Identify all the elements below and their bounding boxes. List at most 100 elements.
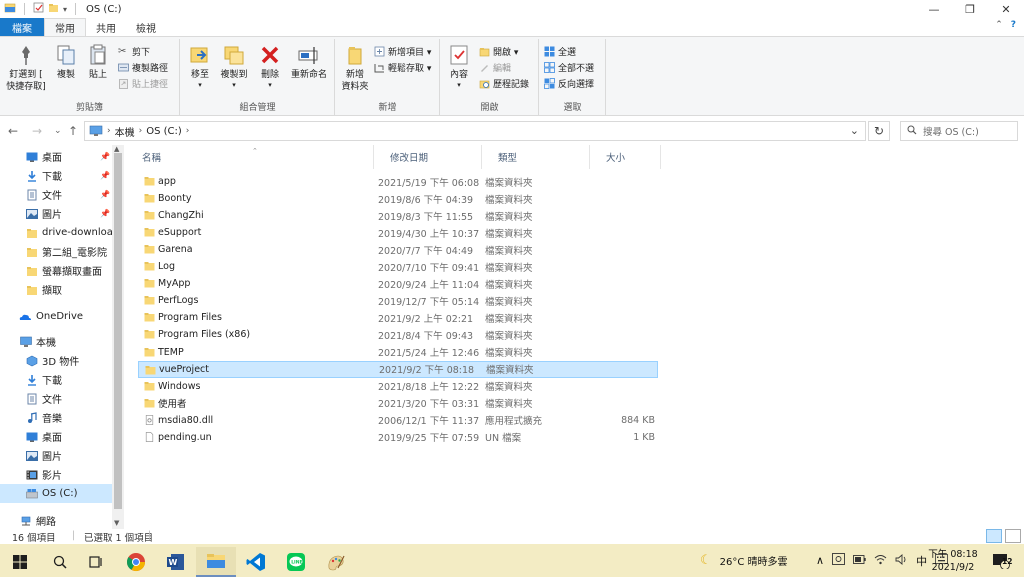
nav-item-screenshots[interactable]: 螢幕擷取畫面 <box>0 261 112 280</box>
nav-item-pc-documents[interactable]: 文件 <box>0 389 112 408</box>
breadcrumb-os-c[interactable]: OS (C:) <box>146 126 182 137</box>
select-none-button[interactable]: 全部不選 <box>544 60 594 74</box>
new-folder-button[interactable]: 新增 資料夾 <box>338 43 372 93</box>
copy-path-button[interactable]: 複製路徑 <box>118 60 168 74</box>
column-size[interactable]: 大小 <box>590 145 661 169</box>
nav-item-capture[interactable]: 擷取 <box>0 280 112 299</box>
nav-item-pc-downloads[interactable]: 下載 <box>0 370 112 389</box>
copy-button[interactable]: 複製 <box>52 43 80 81</box>
address-dropdown-icon[interactable]: ⌄ <box>850 124 859 137</box>
details-view-button[interactable] <box>986 529 1002 543</box>
volume-icon[interactable] <box>895 553 908 568</box>
tray-app-icon[interactable] <box>832 553 846 568</box>
address-bar[interactable]: › 本機 › OS (C:) › ⌄ <box>84 121 866 141</box>
nav-item-onedrive[interactable]: OneDrive <box>0 307 112 326</box>
scrollbar-thumb[interactable] <box>114 153 122 509</box>
properties-button[interactable]: 內容 ▾ <box>445 43 473 89</box>
table-row[interactable]: ChangZhi 2019/8/3 下午 11:55 檔案資料夾 <box>138 207 658 224</box>
properties-quick-icon[interactable] <box>33 2 44 16</box>
column-modified[interactable]: 修改日期 <box>374 145 482 169</box>
table-row[interactable]: PerfLogs 2019/12/7 下午 05:14 檔案資料夾 <box>138 292 658 309</box>
tab-view[interactable]: 檢視 <box>126 18 166 36</box>
explorer-app-icon[interactable] <box>4 2 16 17</box>
table-row[interactable]: MyApp 2020/9/24 上午 11:04 檔案資料夾 <box>138 275 658 292</box>
nav-item-os-c[interactable]: OS (C:) <box>0 484 112 503</box>
nav-item-music[interactable]: 音樂 <box>0 408 112 427</box>
nav-scrollbar[interactable]: ▲ ▼ <box>112 145 124 529</box>
help-icon[interactable]: ? <box>1011 20 1016 30</box>
nav-item-downloads[interactable]: 下載 📌 <box>0 166 112 185</box>
customize-toolbar-icon[interactable]: ▾ <box>63 5 67 14</box>
table-row[interactable]: vueProject 2021/9/2 下午 08:18 檔案資料夾 <box>138 360 658 378</box>
table-row[interactable]: app 2021/5/19 下午 06:08 檔案資料夾 <box>138 173 658 190</box>
tab-home[interactable]: 常用 <box>44 18 86 36</box>
table-row[interactable]: TEMP 2021/5/24 上午 12:46 檔案資料夾 <box>138 344 658 361</box>
open-button[interactable]: 開啟 ▾ <box>479 44 518 58</box>
nav-item-3d-objects[interactable]: 3D 物件 <box>0 351 112 370</box>
chrome-icon[interactable] <box>116 547 156 577</box>
nav-item-pc-desktop[interactable]: 桌面 <box>0 427 112 446</box>
clock[interactable]: 下午 08:18 2021/9/2 <box>928 548 978 574</box>
easy-access-button[interactable]: 輕鬆存取 ▾ <box>374 60 431 74</box>
paint-icon[interactable] <box>316 547 356 577</box>
nav-item-pc-pictures[interactable]: 圖片 <box>0 446 112 465</box>
chevron-right-icon[interactable]: › <box>186 126 190 136</box>
select-all-button[interactable]: 全選 <box>544 44 576 58</box>
search-icon[interactable] <box>40 547 80 577</box>
scroll-down-icon[interactable]: ▼ <box>114 519 119 527</box>
recent-locations-icon[interactable]: ⌄ <box>54 126 62 136</box>
table-row[interactable]: Log 2020/7/10 下午 09:41 檔案資料夾 <box>138 258 658 275</box>
nav-item-desktop[interactable]: 桌面 📌 <box>0 147 112 166</box>
close-button[interactable]: ✕ <box>988 0 1024 18</box>
forward-button[interactable]: → <box>32 124 42 138</box>
nav-item-network[interactable]: 網路 <box>0 511 112 530</box>
nav-item-drive-download[interactable]: drive-download <box>0 223 112 242</box>
word-icon[interactable]: W <box>156 547 196 577</box>
table-row[interactable]: pending.un 2019/9/25 下午 07:59 UN 檔案 1 KB <box>138 429 658 446</box>
nav-item-this-pc[interactable]: 本機 <box>0 332 112 351</box>
invert-selection-button[interactable]: 反向選擇 <box>544 76 594 90</box>
tab-file[interactable]: 檔案 <box>0 18 44 36</box>
notification-center-icon[interactable]: 12 <box>992 544 1012 577</box>
table-row[interactable]: Program Files 2021/9/2 上午 02:21 檔案資料夾 <box>138 309 658 326</box>
new-folder-quick-icon[interactable] <box>48 2 59 16</box>
start-icon[interactable] <box>0 547 40 577</box>
column-type[interactable]: 類型 <box>482 145 590 169</box>
new-item-button[interactable]: 新增項目 ▾ <box>374 44 431 58</box>
tab-share[interactable]: 共用 <box>86 18 126 36</box>
back-button[interactable]: ← <box>8 124 18 138</box>
delete-button[interactable]: 刪除 ▾ <box>255 43 285 89</box>
up-button[interactable]: ↑ <box>68 124 78 138</box>
table-row[interactable]: 使用者 2021/3/20 下午 03:31 檔案資料夾 <box>138 395 658 412</box>
scroll-up-icon[interactable]: ▲ <box>114 145 119 153</box>
table-row[interactable]: Windows 2021/8/18 上午 12:22 檔案資料夾 <box>138 378 658 395</box>
chevron-right-icon[interactable]: › <box>139 126 143 136</box>
breadcrumb-this-pc[interactable]: 本機 <box>115 124 135 139</box>
line-icon[interactable]: LINE <box>276 547 316 577</box>
table-row[interactable]: eSupport 2019/4/30 上午 10:37 檔案資料夾 <box>138 224 658 241</box>
table-row[interactable]: Program Files (x86) 2021/8/4 下午 09:43 檔案資料… <box>138 326 658 343</box>
nav-item-videos[interactable]: 影片 <box>0 465 112 484</box>
nav-item-documents[interactable]: 文件 📌 <box>0 185 112 204</box>
maximize-button[interactable]: ❐ <box>952 0 988 18</box>
cut-button[interactable]: ✂ 剪下 <box>118 44 150 58</box>
search-input[interactable]: 搜尋 OS (C:) <box>900 121 1018 141</box>
history-button[interactable]: 歷程記錄 <box>479 76 529 90</box>
column-name[interactable]: 名稱 <box>126 145 374 169</box>
show-hidden-icons-icon[interactable]: ∧ <box>816 554 824 567</box>
refresh-button[interactable]: ↻ <box>868 121 890 141</box>
copy-to-button[interactable]: 複製到 ▾ <box>217 43 251 89</box>
paste-shortcut-button[interactable]: 貼上捷徑 <box>118 76 168 90</box>
table-row[interactable]: Boonty 2019/8/6 下午 04:39 檔案資料夾 <box>138 190 658 207</box>
move-to-button[interactable]: 移至 ▾ <box>185 43 215 89</box>
vscode-icon[interactable] <box>236 547 276 577</box>
wifi-icon[interactable] <box>874 554 887 568</box>
file-explorer-icon[interactable] <box>196 547 236 577</box>
pin-quick-access-button[interactable]: 釘選到 [ 快捷存取] <box>4 43 48 93</box>
large-icons-view-button[interactable] <box>1005 529 1021 543</box>
battery-icon[interactable] <box>853 554 866 567</box>
ime-indicator[interactable]: 中 <box>916 553 927 569</box>
paste-button[interactable]: 貼上 <box>84 43 112 81</box>
nav-item-pictures[interactable]: 圖片 📌 <box>0 204 112 223</box>
table-row[interactable]: msdia80.dll 2006/12/1 下午 11:37 應用程式擴充 884 K… <box>138 412 658 429</box>
